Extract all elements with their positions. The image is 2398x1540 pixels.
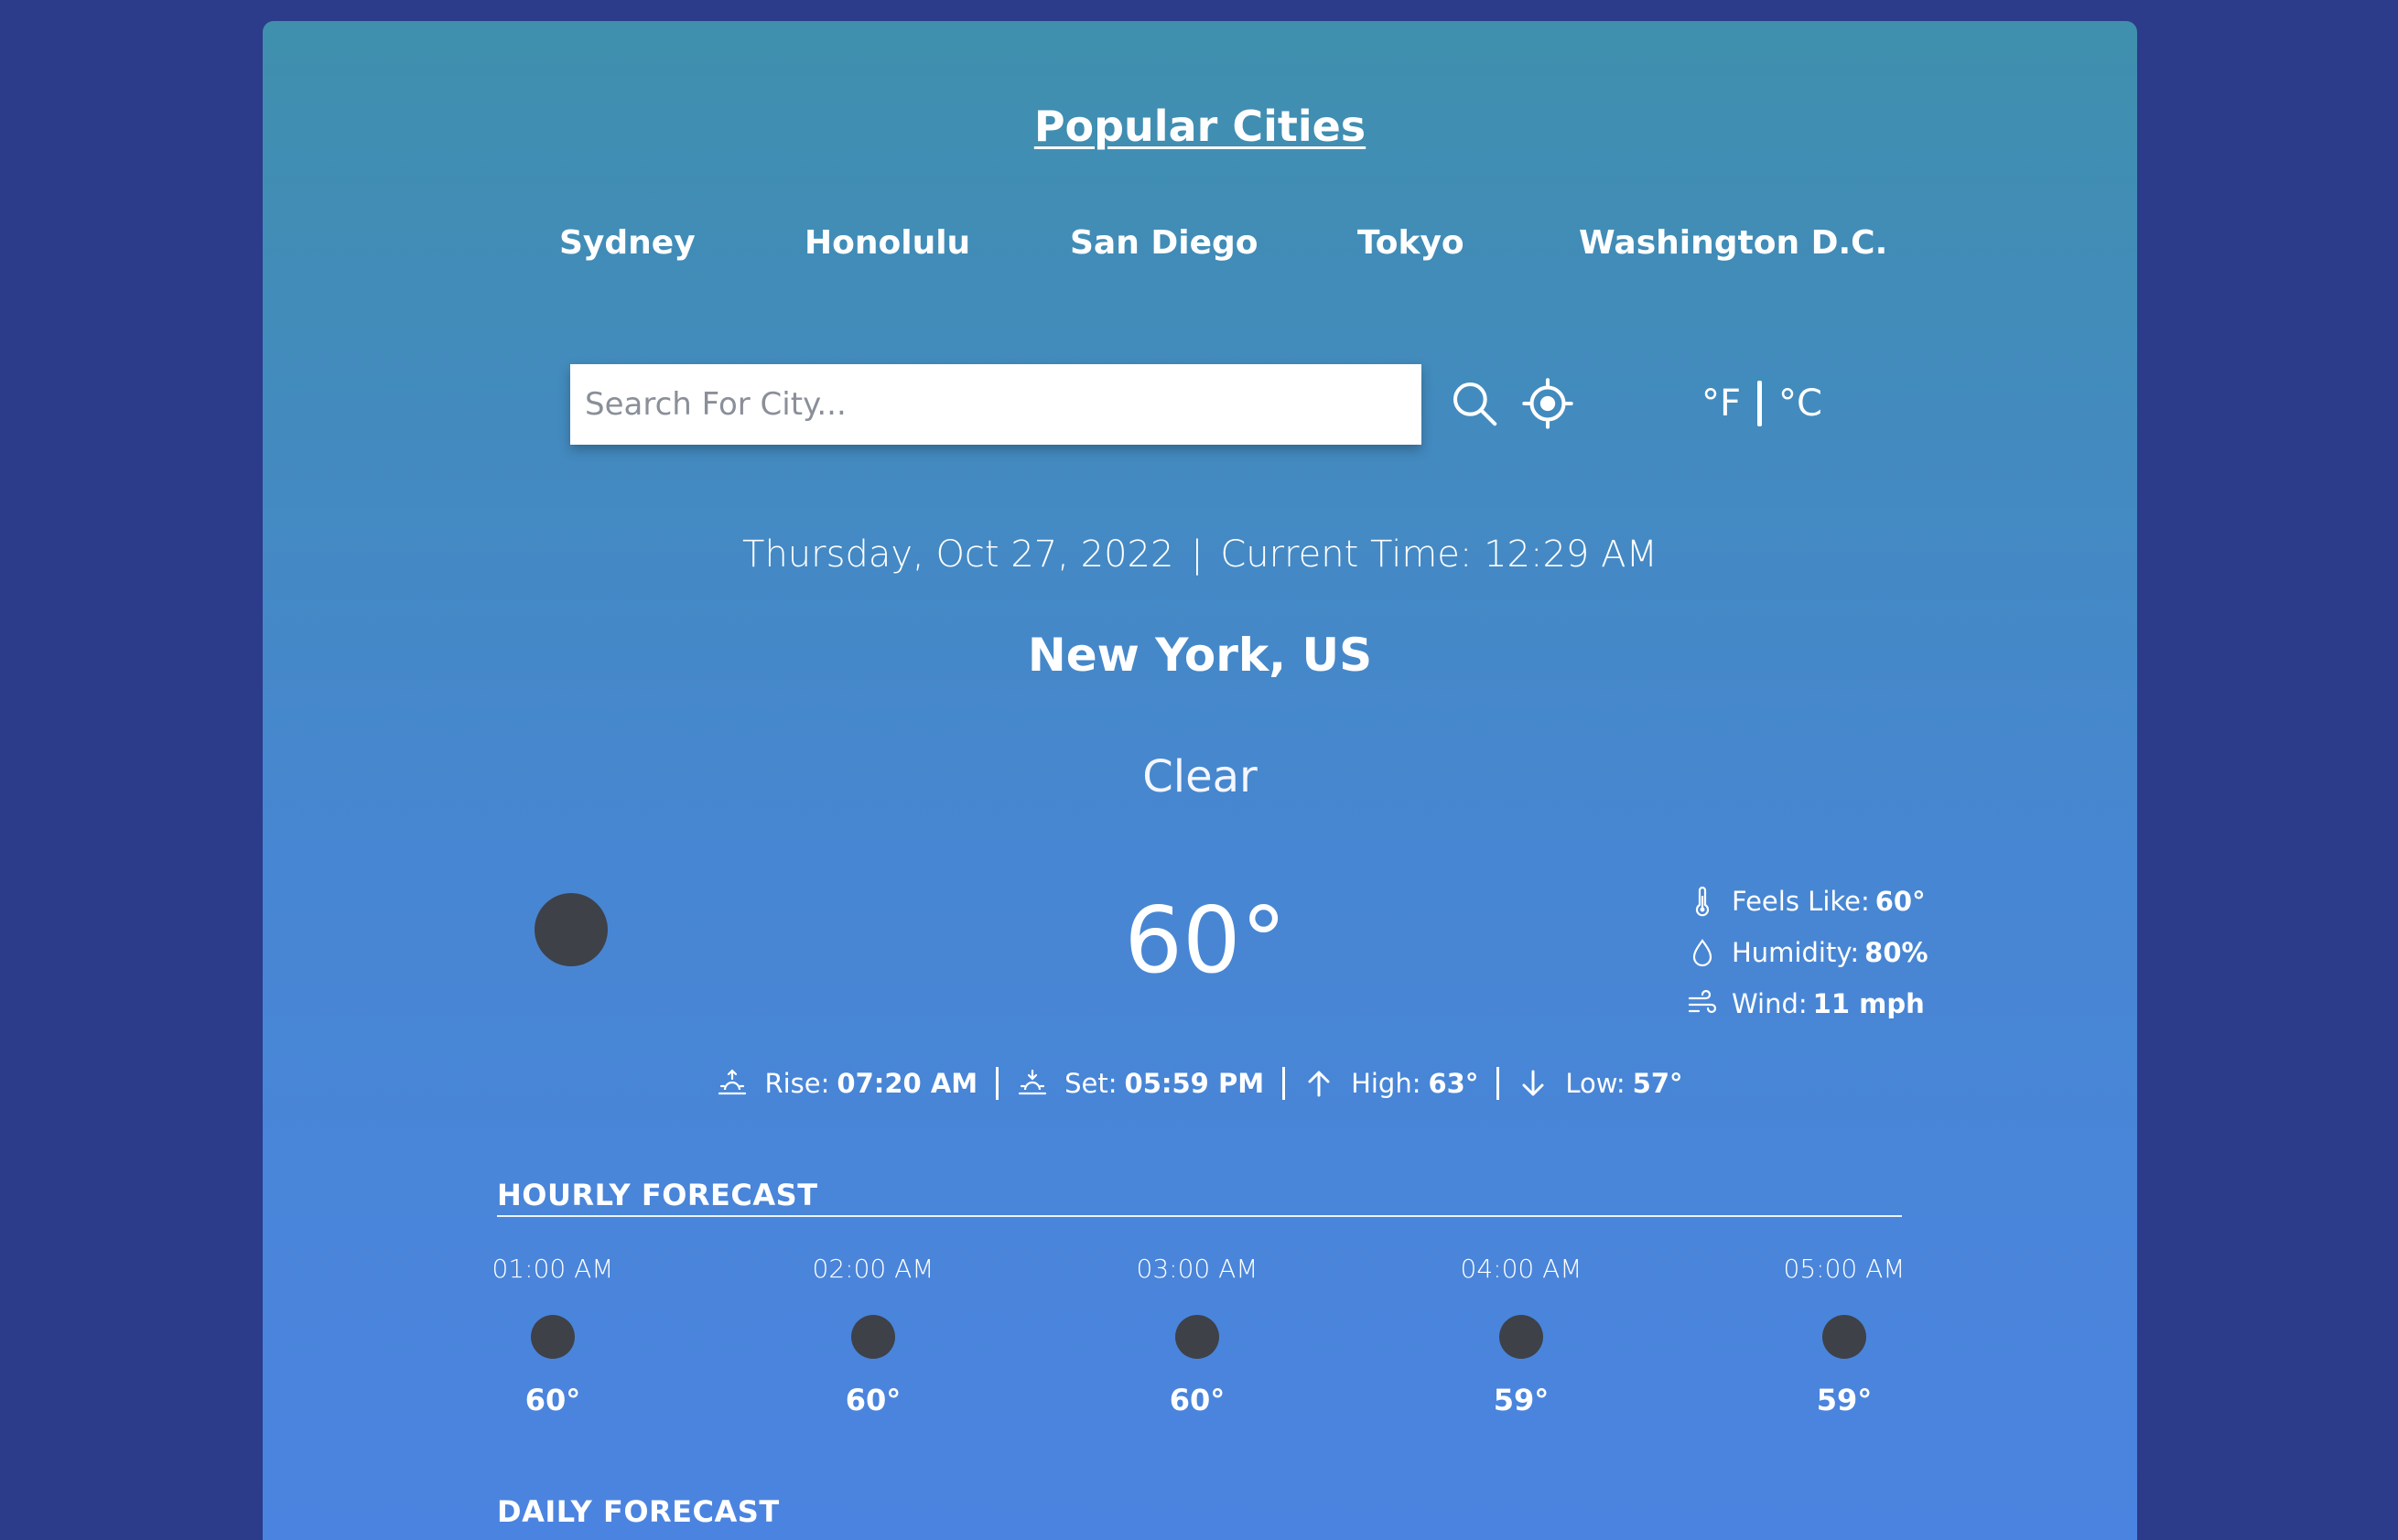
sunrise-value: 07:20 AM [837, 1068, 978, 1099]
city-link-sydney[interactable]: Sydney [559, 224, 696, 262]
location-crosshair-icon[interactable] [1522, 378, 1573, 429]
high-value: 63° [1428, 1068, 1479, 1099]
daily-forecast-title: DAILY FORECAST [497, 1494, 780, 1529]
hourly-weather-icon [1499, 1315, 1543, 1359]
low-label: Low: [1565, 1068, 1626, 1099]
hourly-weather-icon [531, 1315, 575, 1359]
hourly-weather-icon [1175, 1315, 1219, 1359]
weather-details: Feels Like: 60° Humidity: 80% Wind: 11 m… [1686, 876, 1928, 1029]
hourly-weather-icon [851, 1315, 895, 1359]
low-value: 57° [1632, 1068, 1683, 1099]
hourly-time: 05:00 AM [1783, 1254, 1906, 1284]
wind-row: Wind: 11 mph [1686, 978, 1925, 1029]
sunset-value: 05:59 PM [1124, 1068, 1265, 1099]
city-link-tokyo[interactable]: Tokyo [1357, 224, 1464, 262]
celsius-button[interactable]: °C [1778, 382, 1822, 425]
hourly-temp: 60° [1169, 1383, 1226, 1417]
sunrise-item: Rise: 07:20 AM [717, 1068, 978, 1099]
weather-card: Popular Cities Sydney Honolulu San Diego… [263, 21, 2137, 1540]
feels-like-label: Feels Like: [1732, 886, 1870, 917]
search-icon[interactable] [1449, 378, 1500, 429]
hourly-item: 01:00 AM 60° [461, 1254, 644, 1417]
hourly-item: 04:00 AM 59° [1430, 1254, 1613, 1417]
arrow-up-icon [1308, 1071, 1330, 1097]
hourly-temp: 59° [1493, 1383, 1550, 1417]
feels-like-value: 60° [1874, 886, 1926, 917]
wind-label: Wind: [1732, 988, 1808, 1019]
popular-cities-list: Sydney Honolulu San Diego Tokyo Washingt… [263, 224, 2137, 279]
current-time: Current Time: 12:29 AM [1220, 533, 1658, 576]
wind-value: 11 mph [1812, 988, 1925, 1019]
sunset-icon [1019, 1069, 1047, 1095]
hourly-temp: 60° [524, 1383, 581, 1417]
hourly-time: 01:00 AM [491, 1254, 614, 1284]
feels-like-row: Feels Like: 60° [1686, 876, 1926, 927]
arrow-down-icon [1522, 1070, 1544, 1096]
city-link-honolulu[interactable]: Honolulu [805, 224, 970, 262]
hourly-time: 03:00 AM [1136, 1254, 1258, 1284]
weather-condition: Clear [1142, 751, 1258, 802]
current-date: Thursday, Oct 27, 2022 [742, 533, 1174, 576]
low-item: Low: 57° [1518, 1068, 1683, 1099]
hourly-weather-icon [1822, 1315, 1866, 1359]
high-item: High: 63° [1303, 1068, 1478, 1099]
unit-toggle: °F °C [1701, 376, 1822, 431]
hourly-forecast-title: HOURLY FORECAST [497, 1178, 818, 1212]
hourly-forecast-divider [497, 1215, 1902, 1217]
hourly-item: 03:00 AM 60° [1106, 1254, 1289, 1417]
city-link-san-diego[interactable]: San Diego [1070, 224, 1258, 262]
hourly-temp: 60° [845, 1383, 902, 1417]
divider [1282, 1067, 1286, 1100]
hourly-item: 05:00 AM 59° [1753, 1254, 1936, 1417]
hourly-time: 02:00 AM [812, 1254, 934, 1284]
water-drop-icon [1692, 939, 1712, 967]
high-label: High: [1351, 1068, 1421, 1099]
sunset-item: Set: 05:59 PM [1017, 1068, 1264, 1099]
weather-condition-icon [535, 893, 608, 966]
search-row: °F °C [263, 343, 2137, 445]
date-time-separator: | [1191, 533, 1204, 576]
hourly-item: 02:00 AM 60° [782, 1254, 965, 1417]
current-temperature: 60° [1124, 887, 1287, 994]
divider [996, 1067, 999, 1100]
sunset-label: Set: [1064, 1068, 1118, 1099]
unit-divider [1757, 381, 1763, 426]
humidity-row: Humidity: 80% [1686, 927, 1928, 978]
humidity-value: 80% [1864, 937, 1928, 968]
sunrise-icon [718, 1069, 747, 1095]
divider [1496, 1067, 1500, 1100]
hourly-temp: 59° [1816, 1383, 1873, 1417]
fahrenheit-button[interactable]: °F [1701, 382, 1741, 425]
city-link-washington-dc[interactable]: Washington D.C. [1579, 224, 1887, 262]
location-name: New York, US [1027, 629, 1373, 682]
humidity-label: Humidity: [1732, 937, 1860, 968]
thermometer-icon [1695, 886, 1710, 917]
hourly-time: 04:00 AM [1460, 1254, 1582, 1284]
city-search-input[interactable] [570, 364, 1421, 445]
wind-icon [1688, 989, 1717, 1014]
sun-high-low-row: Rise: 07:20 AM Set: 05:59 PM High: 63° L… [263, 1067, 2137, 1100]
sunrise-label: Rise: [764, 1068, 830, 1099]
date-time-line: Thursday, Oct 27, 2022 | Current Time: 1… [263, 533, 2137, 576]
popular-cities-title[interactable]: Popular Cities [263, 102, 2137, 151]
